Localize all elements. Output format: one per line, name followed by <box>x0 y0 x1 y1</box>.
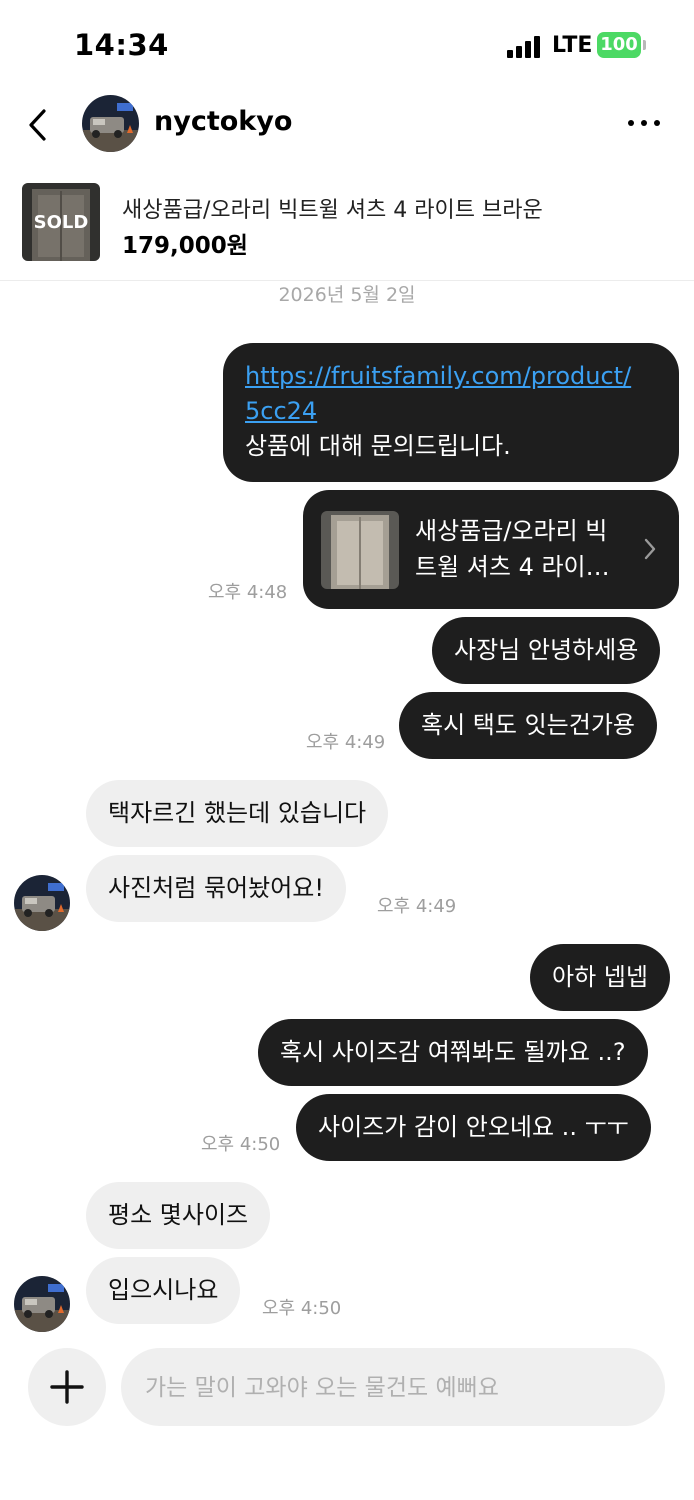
card-title-line2: 트윌 셔츠 4 라이… <box>415 553 610 581</box>
plus-icon[interactable] <box>28 1348 106 1426</box>
message-bubble-incoming[interactable]: 입으시나요 <box>86 1257 241 1324</box>
sold-badge: SOLD <box>22 183 100 261</box>
message-link[interactable]: https://fruitsfamily.com/product/ 5cc24 <box>245 359 657 429</box>
message-bubble-incoming[interactable]: 평소 몇사이즈 <box>86 1182 271 1249</box>
product-title: 새상품급/오라리 빅트윌 셔츠 4 라이트 브라운 <box>122 198 543 223</box>
message-bubble-outgoing[interactable]: 혹시 택도 잇는건가용 <box>399 692 657 759</box>
message-timestamp: 오후 4:50 <box>262 1298 342 1319</box>
message-input[interactable] <box>143 1348 647 1428</box>
signal-icon <box>507 36 543 58</box>
battery-icon: 100 <box>597 32 641 58</box>
message-bubble-outgoing[interactable]: 혹시 사이즈감 여쭤봐도 될까요 ..? <box>258 1019 648 1086</box>
message-timestamp: 오후 4:49 <box>306 732 386 753</box>
status-bar: 14:34 LTE 100 <box>0 0 694 90</box>
avatar[interactable] <box>82 95 139 152</box>
product-summary-bar[interactable]: SOLD 새상품급/오라리 빅트윌 셔츠 4 라이트 브라운 179,000원 <box>0 170 694 281</box>
status-time: 14:34 <box>74 28 169 62</box>
product-price: 179,000원 <box>122 233 248 259</box>
message-timestamp: 오후 4:48 <box>208 582 288 603</box>
avatar[interactable] <box>14 875 70 931</box>
message-timestamp: 오후 4:49 <box>377 896 457 917</box>
message-timestamp: 오후 4:50 <box>201 1134 281 1155</box>
message-text: 상품에 대해 문의드립니다. <box>245 432 511 460</box>
message-bubble-incoming[interactable]: 택자르긴 했는데 있습니다 <box>86 780 389 847</box>
chevron-right-icon <box>643 536 657 570</box>
network-label: LTE <box>552 33 593 58</box>
avatar[interactable] <box>14 1276 70 1332</box>
product-card-message[interactable]: 새상품급/오라리 빅 트윌 셔츠 4 라이… <box>303 490 679 609</box>
message-input-container[interactable] <box>121 1348 665 1428</box>
message-bubble-incoming[interactable]: 사진처럼 묶어놨어요! <box>86 855 346 922</box>
battery-tip <box>643 40 646 50</box>
chevron-left-icon[interactable] <box>20 100 60 150</box>
message-bubble-outgoing[interactable]: 아하 넵넵 <box>530 944 670 1011</box>
chat-header: nyctokyo <box>0 90 694 160</box>
message-bubble-outgoing[interactable]: https://fruitsfamily.com/product/ 5cc24 … <box>223 343 679 482</box>
message-bubble-outgoing[interactable]: 사장님 안녕하세용 <box>432 617 661 684</box>
card-thumbnail <box>321 511 399 589</box>
more-horizontal-icon[interactable] <box>622 108 666 138</box>
card-title-line1: 새상품급/오라리 빅 <box>415 517 608 545</box>
message-bubble-outgoing[interactable]: 사이즈가 감이 안오네요 .. ㅜㅜ <box>296 1094 651 1161</box>
product-thumbnail: SOLD <box>22 183 100 261</box>
date-divider: 2026년 5월 2일 <box>278 284 416 306</box>
chat-username[interactable]: nyctokyo <box>154 106 292 137</box>
